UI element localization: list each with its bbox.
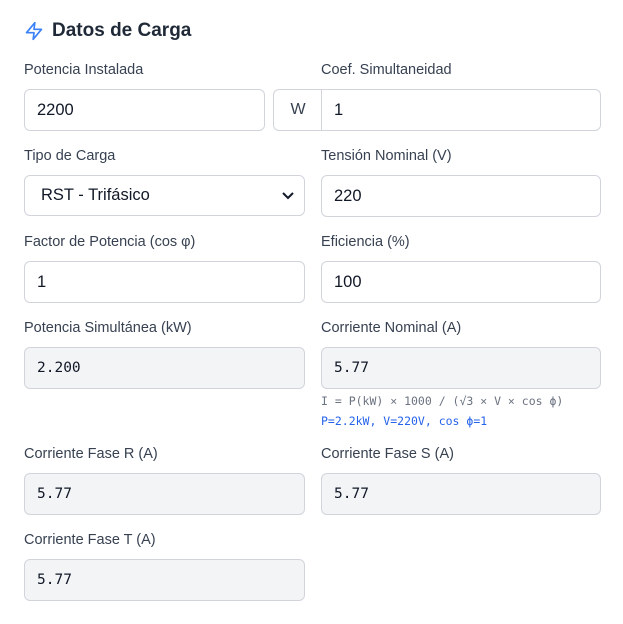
corriente-fase-r-label: Corriente Fase R (A): [24, 446, 158, 462]
coef-simultaneidad-value: 1: [334, 100, 344, 119]
tension-nominal-label: Tensión Nominal (V): [321, 148, 452, 164]
eficiencia-value: 100: [334, 272, 362, 291]
chevron-down-icon: [282, 188, 294, 203]
lightning-icon: [25, 21, 43, 41]
eficiencia-label: Eficiencia (%): [321, 234, 410, 250]
corriente-fase-t-value: 5.77: [37, 572, 72, 588]
section-title: Datos de Carga: [52, 20, 192, 41]
coef-simultaneidad-label: Coef. Simultaneidad: [321, 62, 452, 78]
potencia-instalada-label: Potencia Instalada: [24, 62, 144, 78]
corriente-fase-s-label: Corriente Fase S (A): [321, 446, 454, 462]
potencia-simultanea-value: 2.200: [37, 360, 81, 376]
factor-potencia-label: Factor de Potencia (cos φ): [24, 234, 196, 250]
tension-nominal-value: 220: [334, 186, 362, 205]
corriente-fase-s-value: 5.77: [334, 486, 369, 502]
potencia-simultanea-output: 2.200: [24, 347, 305, 389]
corriente-fase-s-output: 5.77: [321, 473, 601, 515]
corriente-fase-r-value: 5.77: [37, 486, 72, 502]
factor-potencia-input[interactable]: 1: [24, 261, 305, 303]
formula-text: I = P(kW) × 1000 / (√3 × V × cos ϕ): [321, 394, 564, 408]
potencia-instalada-input[interactable]: 2200: [24, 89, 265, 131]
corriente-nominal-label: Corriente Nominal (A): [321, 320, 462, 336]
corriente-nominal-value: 5.77: [334, 360, 369, 376]
unit-addon: W: [273, 89, 322, 131]
coef-simultaneidad-input[interactable]: 1: [321, 89, 601, 131]
unit-label: W: [290, 101, 306, 118]
potencia-simultanea-label: Potencia Simultánea (kW): [24, 320, 192, 336]
tipo-carga-value: RST - Trifásico: [41, 186, 150, 204]
eficiencia-input[interactable]: 100: [321, 261, 601, 303]
factor-potencia-value: 1: [37, 272, 47, 291]
corriente-fase-t-output: 5.77: [24, 559, 305, 601]
section-header: Datos de Carga: [24, 18, 191, 44]
potencia-instalada-value: 2200: [37, 100, 74, 119]
formula-values: P=2.2kW, V=220V, cos ϕ=1: [321, 414, 488, 428]
corriente-fase-t-label: Corriente Fase T (A): [24, 532, 156, 548]
tipo-carga-label: Tipo de Carga: [24, 148, 116, 164]
tipo-carga-select[interactable]: RST - Trifásico: [24, 175, 305, 216]
corriente-fase-r-output: 5.77: [24, 473, 305, 515]
corriente-nominal-output: 5.77: [321, 347, 601, 389]
tension-nominal-input[interactable]: 220: [321, 175, 601, 217]
